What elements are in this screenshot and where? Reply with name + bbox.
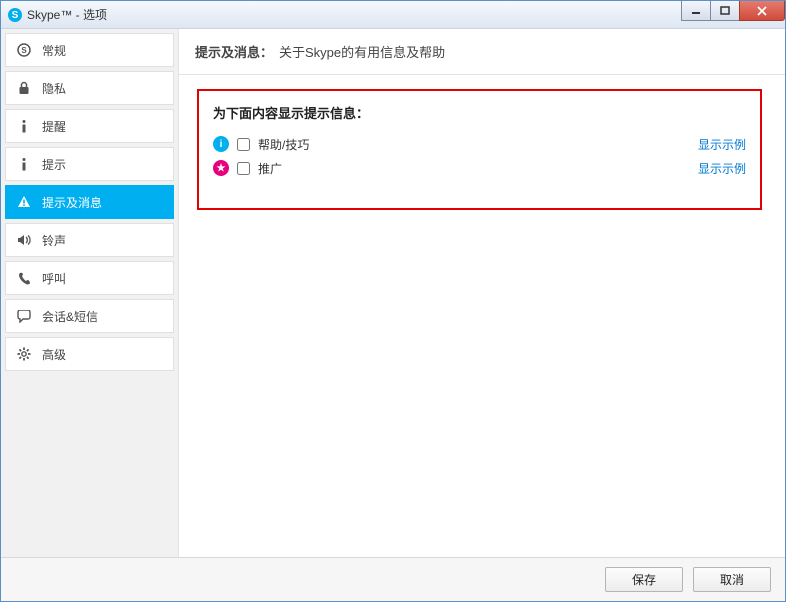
maximize-button[interactable] bbox=[710, 1, 740, 21]
svg-text:S: S bbox=[12, 10, 19, 21]
option-label: 帮助/技巧 bbox=[258, 136, 309, 153]
info-icon bbox=[16, 157, 32, 171]
footer: 保存 取消 bbox=[1, 557, 785, 601]
option-row-help-tips: i 帮助/技巧 显示示例 bbox=[213, 132, 746, 156]
gear-icon bbox=[16, 347, 32, 361]
option-label: 推广 bbox=[258, 160, 282, 177]
sidebar-item-label: 常规 bbox=[42, 42, 66, 59]
highlight-box: 为下面内容显示提示信息： i 帮助/技巧 显示示例 ★ 推广 显示示例 bbox=[197, 89, 762, 210]
maximize-icon bbox=[720, 6, 730, 16]
sidebar-item-privacy[interactable]: 隐私 bbox=[5, 71, 174, 105]
lock-icon bbox=[16, 81, 32, 95]
sidebar-item-label: 铃声 bbox=[42, 232, 66, 249]
phone-icon bbox=[16, 272, 32, 285]
sound-icon bbox=[16, 234, 32, 246]
sidebar-item-alerts[interactable]: 提醒 bbox=[5, 109, 174, 143]
sidebar-item-label: 提示 bbox=[42, 156, 66, 173]
section-title: 为下面内容显示提示信息： bbox=[213, 103, 746, 122]
sidebar: S 常规 隐私 提醒 提示 提示及消息 铃声 bbox=[1, 29, 179, 557]
close-button[interactable] bbox=[739, 1, 785, 21]
minimize-icon bbox=[691, 6, 701, 16]
svg-text:S: S bbox=[21, 46, 27, 55]
sidebar-item-tips[interactable]: 提示 bbox=[5, 147, 174, 181]
alert-icon bbox=[16, 195, 32, 209]
cancel-button[interactable]: 取消 bbox=[693, 567, 771, 592]
sidebar-item-label: 隐私 bbox=[42, 80, 66, 97]
checkbox-help-tips[interactable] bbox=[237, 138, 250, 151]
content-header-title: 提示及消息： bbox=[195, 42, 273, 61]
sidebar-item-label: 提醒 bbox=[42, 118, 66, 135]
titlebar: S Skype™ - 选项 bbox=[1, 1, 785, 29]
close-icon bbox=[756, 6, 768, 16]
chat-icon bbox=[16, 310, 32, 323]
sidebar-item-label: 提示及消息 bbox=[42, 194, 102, 211]
window-controls bbox=[682, 1, 785, 21]
sidebar-item-advanced[interactable]: 高级 bbox=[5, 337, 174, 371]
sidebar-item-general[interactable]: S 常规 bbox=[5, 33, 174, 67]
content-header: 提示及消息： 关于Skype的有用信息及帮助 bbox=[179, 29, 785, 75]
body-area: S 常规 隐私 提醒 提示 提示及消息 铃声 bbox=[1, 29, 785, 557]
show-example-link[interactable]: 显示示例 bbox=[698, 136, 746, 153]
content-header-subtitle: 关于Skype的有用信息及帮助 bbox=[279, 42, 445, 61]
options-window: S Skype™ - 选项 S 常规 隐私 bbox=[0, 0, 786, 602]
info-bullet-icon: i bbox=[213, 136, 229, 152]
skype-icon: S bbox=[16, 43, 32, 57]
sidebar-item-ringtones[interactable]: 铃声 bbox=[5, 223, 174, 257]
sidebar-item-label: 会话&短信 bbox=[42, 308, 98, 325]
sidebar-item-label: 高级 bbox=[42, 346, 66, 363]
sidebar-item-calls[interactable]: 呼叫 bbox=[5, 261, 174, 295]
checkbox-promotion[interactable] bbox=[237, 162, 250, 175]
save-button[interactable]: 保存 bbox=[605, 567, 683, 592]
star-bullet-icon: ★ bbox=[213, 160, 229, 176]
window-title: Skype™ - 选项 bbox=[27, 6, 107, 23]
content-body: 为下面内容显示提示信息： i 帮助/技巧 显示示例 ★ 推广 显示示例 bbox=[179, 75, 785, 224]
sidebar-item-label: 呼叫 bbox=[42, 270, 66, 287]
content-pane: 提示及消息： 关于Skype的有用信息及帮助 为下面内容显示提示信息： i 帮助… bbox=[179, 29, 785, 557]
sidebar-item-chat-sms[interactable]: 会话&短信 bbox=[5, 299, 174, 333]
option-row-promotion: ★ 推广 显示示例 bbox=[213, 156, 746, 180]
info-icon bbox=[16, 119, 32, 133]
skype-logo-icon: S bbox=[7, 7, 23, 23]
show-example-link[interactable]: 显示示例 bbox=[698, 160, 746, 177]
minimize-button[interactable] bbox=[681, 1, 711, 21]
sidebar-item-tips-messages[interactable]: 提示及消息 bbox=[5, 185, 174, 219]
